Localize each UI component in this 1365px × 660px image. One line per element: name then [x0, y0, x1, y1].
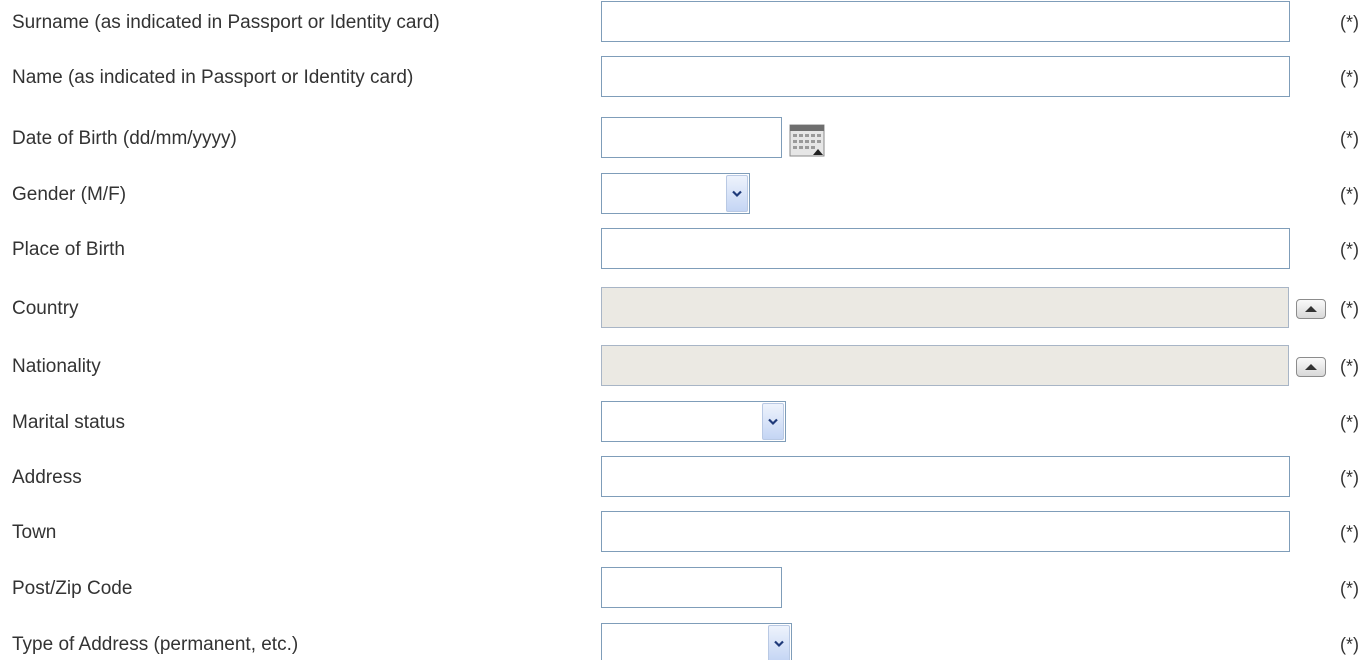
- chevron-down-icon[interactable]: [726, 175, 748, 212]
- required-marker: (*): [1340, 67, 1359, 87]
- post-code-input[interactable]: [601, 567, 782, 608]
- nationality-label: Nationality: [12, 355, 101, 377]
- required-marker: (*): [1340, 522, 1359, 542]
- post-code-label: Post/Zip Code: [12, 577, 133, 599]
- nationality-input[interactable]: [601, 345, 1289, 386]
- personal-details-form: Surname (as indicated in Passport or Ide…: [0, 0, 1365, 660]
- required-marker: (*): [1340, 467, 1359, 487]
- required-marker: (*): [1340, 184, 1359, 204]
- surname-row: Surname (as indicated in Passport or Ide…: [0, 1, 1365, 44]
- town-row: Town (*): [0, 511, 1365, 554]
- chevron-down-icon[interactable]: [768, 625, 790, 660]
- calendar-icon[interactable]: [789, 121, 825, 157]
- surname-input[interactable]: [601, 1, 1290, 42]
- required-marker: (*): [1340, 412, 1359, 432]
- required-marker: (*): [1340, 12, 1359, 32]
- address-row: Address (*): [0, 456, 1365, 499]
- name-label: Name (as indicated in Passport or Identi…: [12, 66, 414, 88]
- dob-row: Date of Birth (dd/mm/yyyy) (*): [0, 117, 1365, 160]
- gender-label: Gender (M/F): [12, 183, 127, 205]
- required-marker: (*): [1340, 128, 1359, 148]
- nationality-row: Nationality (*): [0, 345, 1365, 388]
- required-marker: (*): [1340, 578, 1359, 598]
- required-marker: (*): [1340, 239, 1359, 259]
- country-label: Country: [12, 297, 79, 319]
- marital-status-label: Marital status: [12, 411, 125, 433]
- chevron-down-icon[interactable]: [762, 403, 784, 440]
- required-marker: (*): [1340, 634, 1359, 654]
- country-row: Country (*): [0, 287, 1365, 330]
- name-row: Name (as indicated in Passport or Identi…: [0, 56, 1365, 99]
- marital-status-row: Marital status (*): [0, 401, 1365, 444]
- address-label: Address: [12, 466, 82, 488]
- triangle-up-icon[interactable]: [1296, 298, 1326, 319]
- place-of-birth-input[interactable]: [601, 228, 1290, 269]
- address-input[interactable]: [601, 456, 1290, 497]
- address-type-select[interactable]: [601, 623, 792, 660]
- address-type-row: Type of Address (permanent, etc.) (*): [0, 623, 1365, 660]
- surname-label: Surname (as indicated in Passport or Ide…: [12, 11, 440, 33]
- post-code-row: Post/Zip Code (*): [0, 567, 1365, 610]
- country-input[interactable]: [601, 287, 1289, 328]
- dob-input[interactable]: [601, 117, 782, 158]
- place-of-birth-row: Place of Birth (*): [0, 228, 1365, 271]
- triangle-up-icon[interactable]: [1296, 356, 1326, 377]
- town-input[interactable]: [601, 511, 1290, 552]
- name-input[interactable]: [601, 56, 1290, 97]
- place-of-birth-label: Place of Birth: [12, 238, 125, 260]
- required-marker: (*): [1340, 298, 1359, 318]
- gender-row: Gender (M/F) (*): [0, 173, 1365, 216]
- town-label: Town: [12, 521, 57, 543]
- address-type-label: Type of Address (permanent, etc.): [12, 633, 299, 655]
- marital-status-select[interactable]: [601, 401, 786, 442]
- required-marker: (*): [1340, 356, 1359, 376]
- dob-label: Date of Birth (dd/mm/yyyy): [12, 127, 237, 149]
- gender-select[interactable]: [601, 173, 750, 214]
